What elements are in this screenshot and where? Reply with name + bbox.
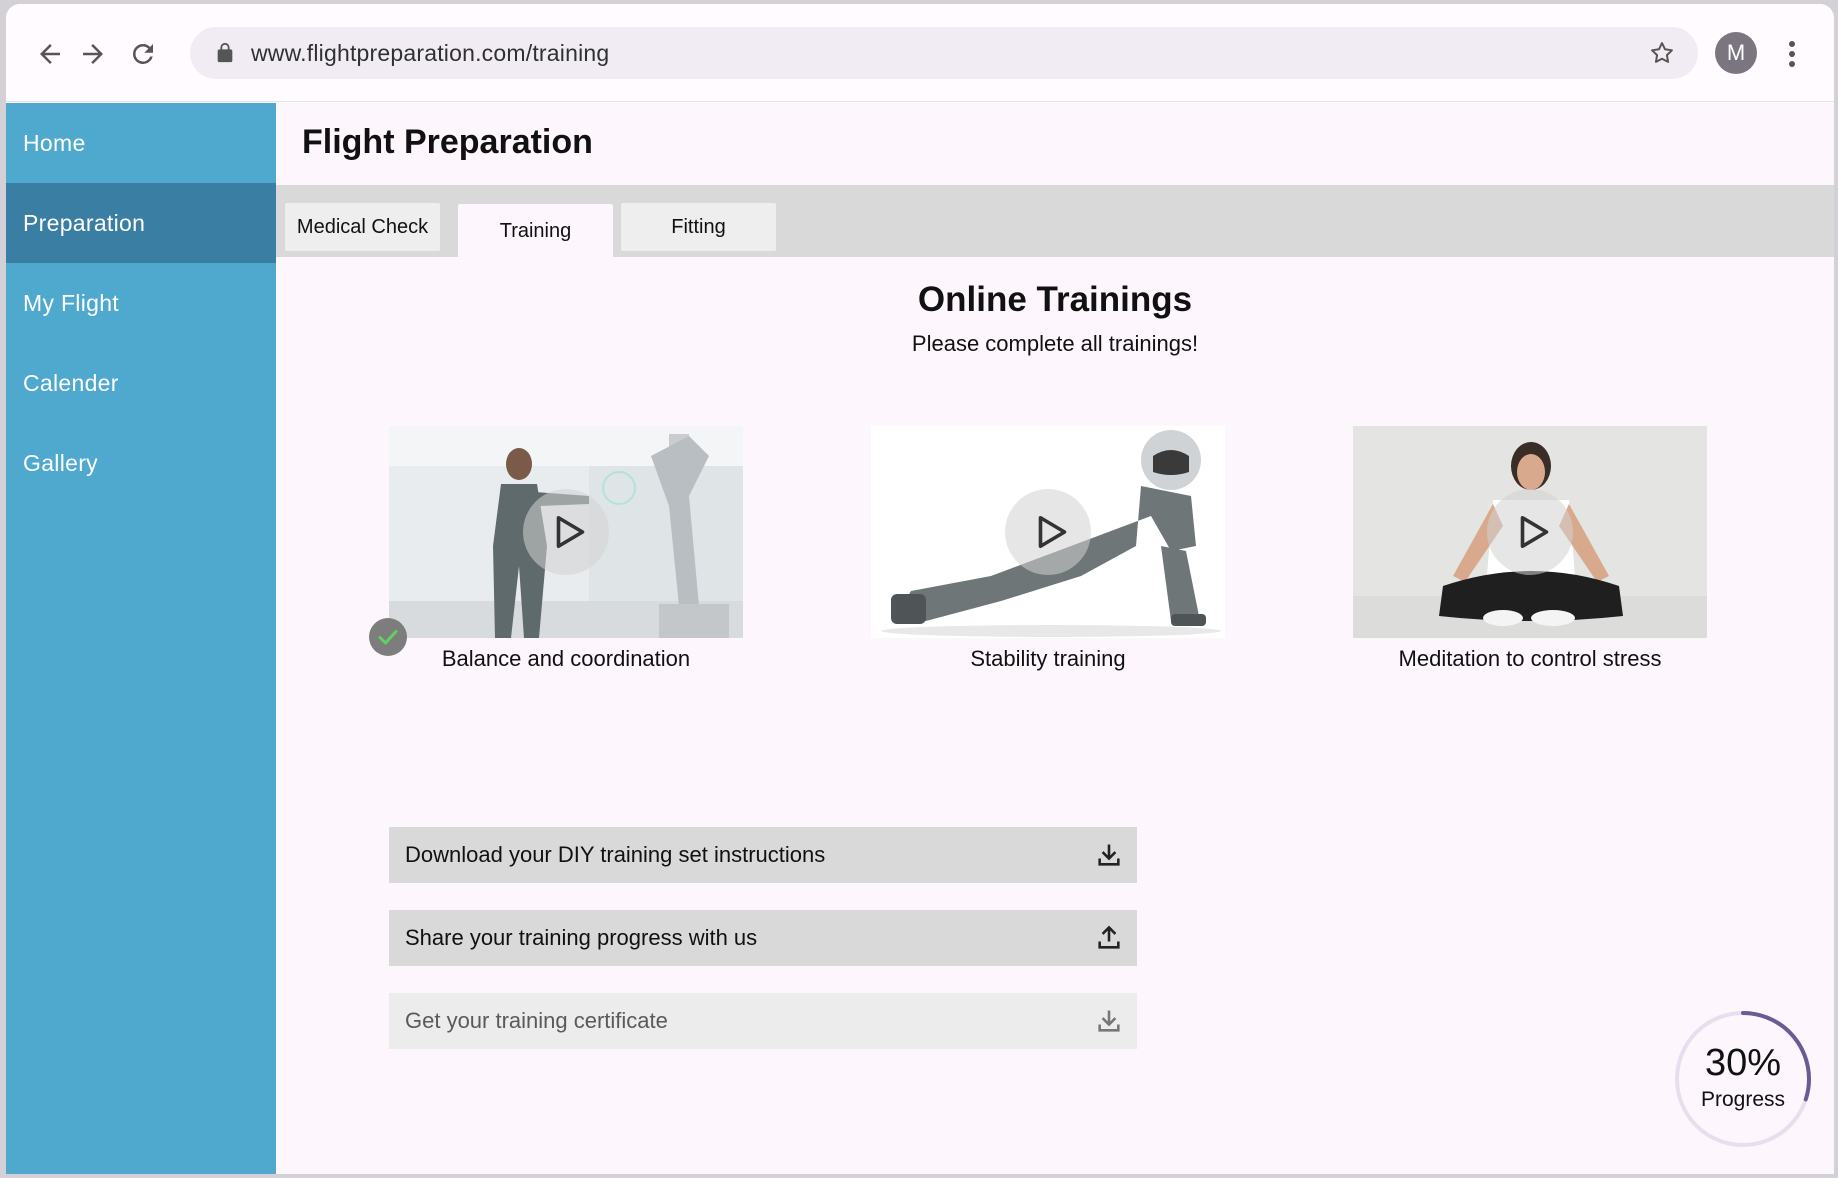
upload-icon: [1098, 925, 1120, 949]
forward-button[interactable]: [73, 34, 113, 74]
training-label: Stability training: [970, 646, 1126, 671]
tab-training[interactable]: Training: [458, 204, 613, 258]
completed-badge: [369, 618, 407, 656]
page-title: Flight Preparation: [302, 123, 593, 161]
play-button[interactable]: [1487, 489, 1573, 575]
section-subtitle: Please complete all trainings!: [911, 331, 1199, 356]
action-label: Share your training progress with us: [405, 925, 758, 950]
back-button[interactable]: [30, 34, 70, 74]
sidebar-item-preparation[interactable]: Preparation: [6, 183, 276, 263]
reload-icon: [133, 43, 153, 64]
training-card-meditation: Meditation to control stress: [1353, 426, 1707, 672]
training-label: Balance and coordination: [441, 646, 691, 671]
sidebar-item-calender[interactable]: Calender: [6, 343, 276, 423]
sidebar-item-my-flight[interactable]: My Flight: [6, 263, 276, 343]
more-vert-icon[interactable]: [1780, 37, 1804, 71]
sidebar: Home Preparation My Flight Calender Gall…: [6, 103, 276, 1174]
sidebar-item-home[interactable]: Home: [6, 103, 276, 183]
progress-indicator: 30% Progress: [1672, 1008, 1814, 1150]
get-certificate-button[interactable]: Get your training certificate: [389, 993, 1137, 1049]
training-video-balance[interactable]: [389, 426, 743, 638]
play-icon: [556, 515, 585, 549]
section-title: Online Trainings: [917, 280, 1193, 319]
download-icon: [1098, 1010, 1120, 1032]
play-icon: [1038, 515, 1067, 549]
training-label: Meditation to control stress: [1398, 646, 1662, 671]
training-video-stability[interactable]: [871, 426, 1225, 638]
play-button[interactable]: [523, 489, 609, 575]
download-instructions-button[interactable]: Download your DIY training set instructi…: [389, 827, 1137, 883]
forward-arrow-icon: [83, 44, 103, 64]
address-bar[interactable]: www.flightpreparation.com/training: [190, 27, 1698, 79]
tab-bar: Medical Check Training Fitting: [276, 185, 1834, 258]
training-video-meditation[interactable]: [1353, 426, 1707, 638]
reload-button[interactable]: [123, 34, 163, 74]
training-card-stability: Stability training: [871, 426, 1225, 672]
download-icon: [1098, 844, 1120, 866]
checkmark-icon: [378, 630, 398, 645]
tab-medical-check[interactable]: Medical Check: [285, 203, 440, 251]
star-icon[interactable]: [1648, 39, 1676, 67]
browser-toolbar: www.flightpreparation.com/training M: [6, 4, 1834, 102]
action-label: Get your training certificate: [405, 1008, 668, 1033]
progress-value: 30%: [1704, 1042, 1782, 1084]
play-button[interactable]: [1005, 489, 1091, 575]
play-icon: [1520, 515, 1549, 549]
progress-label: Progress: [1700, 1088, 1786, 1111]
browser-window: www.flightpreparation.com/training M Hom…: [6, 4, 1834, 1174]
url-text[interactable]: www.flightpreparation.com/training: [251, 40, 609, 67]
profile-avatar[interactable]: M: [1715, 32, 1757, 74]
main-content: Flight Preparation Medical Check Trainin…: [276, 103, 1834, 1174]
training-card-balance: Balance and coordination: [369, 426, 743, 672]
lock-icon: [217, 42, 233, 63]
sidebar-item-gallery[interactable]: Gallery: [6, 423, 276, 503]
share-progress-button[interactable]: Share your training progress with us: [389, 910, 1137, 966]
tab-fitting[interactable]: Fitting: [621, 203, 776, 251]
action-label: Download your DIY training set instructi…: [405, 842, 826, 867]
back-arrow-icon: [40, 44, 60, 64]
